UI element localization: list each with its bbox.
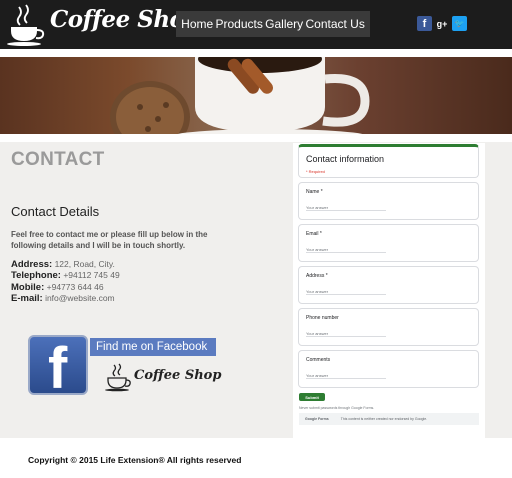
form-header-card: Contact information * Required <box>298 144 479 178</box>
facebook-icon[interactable]: f <box>417 16 432 31</box>
email-row: E-mail: info@website.com <box>11 293 115 304</box>
mobile-row: Mobile: +94773 644 46 <box>11 282 104 293</box>
email-value[interactable]: info@website.com <box>45 293 115 303</box>
phone-label: Phone number <box>306 315 339 321</box>
telephone-row: Telephone: +94112 745 49 <box>11 270 120 281</box>
site-header: Coffee Shop Home Products Gallery Contac… <box>0 0 512 49</box>
contact-details-heading: Contact Details <box>11 204 100 219</box>
address-row: Address: 122, Road, City. <box>11 259 115 270</box>
main-nav: Home Products Gallery Contact Us <box>176 11 370 37</box>
coffee-hero-image <box>110 57 370 134</box>
googleplus-icon[interactable]: g+ <box>435 16 449 31</box>
address-label: Address: <box>11 259 53 270</box>
coffee-cup-logo-icon[interactable] <box>5 3 49 47</box>
nav-gallery[interactable]: Gallery <box>265 17 303 31</box>
mobile-label: Mobile: <box>11 282 45 293</box>
form-field-email: Email * Your answer <box>298 224 479 262</box>
google-disclaimer: This content is neither created nor endo… <box>340 417 428 421</box>
page-title: CONTACT <box>11 149 105 170</box>
form-field-name: Name * Your answer <box>298 182 479 220</box>
find-me-on-facebook-link[interactable]: Find me on Facebook <box>90 338 216 356</box>
input-underline <box>306 252 386 253</box>
coffee-cup-icon <box>105 363 131 392</box>
nav-home[interactable]: Home <box>181 17 213 31</box>
contact-intro-text: Feel free to contact me or please fill u… <box>11 230 208 250</box>
input-underline <box>306 210 386 211</box>
twitter-icon[interactable]: 🐦 <box>452 16 467 31</box>
input-underline <box>306 294 386 295</box>
facebook-logo-icon[interactable]: f <box>28 335 88 395</box>
telephone-value: +94112 745 49 <box>63 270 120 280</box>
email-label: E-mail: <box>11 293 43 304</box>
comments-label: Comments <box>306 357 331 363</box>
facebook-f-glyph: f <box>48 336 68 395</box>
form-field-address: Address * Your answer <box>298 266 479 304</box>
address-field-label: Address * <box>306 273 328 279</box>
form-field-phone: Phone number Your answer <box>298 308 479 346</box>
mobile-value: +94773 644 46 <box>46 282 104 292</box>
input-underline <box>306 378 386 379</box>
nav-products[interactable]: Products <box>215 17 262 31</box>
name-label: Name * <box>306 189 323 195</box>
google-forms-brand[interactable]: Google Forms <box>305 417 329 421</box>
input-underline <box>306 336 386 337</box>
telephone-label: Telephone: <box>11 270 61 281</box>
form-field-comments: Comments Your answer <box>298 350 479 388</box>
email-label: Email * <box>306 231 322 237</box>
required-note: * Required <box>306 169 325 174</box>
password-warning: Never submit passwords through Google Fo… <box>299 406 375 410</box>
submit-button[interactable]: Submit <box>299 393 325 401</box>
copyright-text: Copyright © 2015 Life Extension® All rig… <box>28 455 242 465</box>
footer-brand-logo: Coffee Shop <box>134 368 222 383</box>
form-title: Contact information <box>306 154 385 164</box>
google-forms-footer: Google Forms This content is neither cre… <box>299 413 479 425</box>
nav-contact-us[interactable]: Contact Us <box>305 17 364 31</box>
address-value: 122, Road, City. <box>54 259 115 269</box>
hero-banner <box>0 57 512 134</box>
